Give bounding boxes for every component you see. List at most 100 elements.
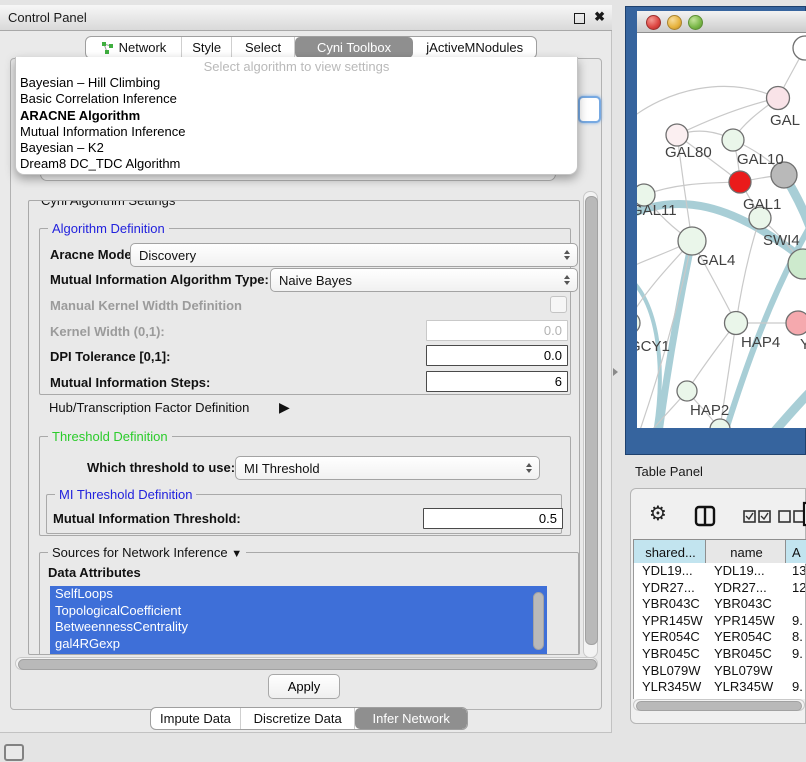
table-row[interactable]: YDR27...YDR27...12 [634, 580, 805, 597]
node-hap4[interactable] [725, 312, 748, 335]
mi-threshold-label: Mutual Information Threshold: [53, 511, 241, 526]
node-hap2[interactable] [677, 381, 697, 401]
attribute-item-selected[interactable]: TopologicalCoefficient [50, 603, 547, 620]
tab-infer-network[interactable]: Infer Network [355, 708, 467, 729]
tab-network[interactable]: Network [86, 37, 182, 58]
node-gal4[interactable] [678, 227, 706, 255]
node-label: HAP2 [690, 402, 729, 419]
column-header-shared-name[interactable]: shared... [633, 539, 708, 565]
node-gcy1[interactable] [637, 312, 640, 334]
attribute-item-selected[interactable]: BetweennessCentrality [50, 619, 547, 636]
float-window-icon[interactable] [574, 13, 585, 24]
algorithm-option[interactable]: Bayesian – Hill Climbing [16, 75, 577, 91]
tab-cyni-toolbox[interactable]: Cyni Toolbox [295, 37, 414, 58]
column-header-name[interactable]: name [705, 539, 788, 565]
settings-vscrollbar-thumb[interactable] [585, 196, 598, 645]
table-row[interactable]: YBR045CYBR045C9. [634, 646, 805, 663]
table-hscrollbar-thumb[interactable] [636, 701, 802, 711]
apply-button[interactable]: Apply [268, 674, 340, 699]
sources-title: Sources for Network Inference ▼ [48, 545, 246, 562]
algorithm-option-selected[interactable]: ARACNE Algorithm [16, 108, 577, 124]
tab-discretize-data[interactable]: Discretize Data [241, 708, 356, 729]
table-hscrollbar[interactable] [633, 699, 805, 711]
node-label: GAL11 [637, 202, 677, 219]
table-panel-title: Table Panel [635, 464, 703, 479]
node-label: HAP4 [741, 334, 780, 351]
threshold-definition-title: Threshold Definition [48, 429, 172, 444]
table-row[interactable]: YBR043CYBR043C [634, 596, 805, 613]
combo-stepper-icon [564, 275, 570, 285]
dpi-tolerance-label: DPI Tolerance [0,1]: [50, 349, 170, 364]
combo-stepper-icon [526, 463, 532, 473]
table-row[interactable]: YDL19...YDL19...13 [634, 563, 805, 580]
show-checked-columns-icon[interactable] [743, 510, 771, 523]
column-layout-icon[interactable] [694, 505, 716, 527]
combo-stepper-icon [564, 250, 570, 260]
minimized-panel-icon[interactable] [4, 744, 24, 761]
tab-impute-data[interactable]: Impute Data [151, 708, 241, 729]
mi-algorithm-type-combo[interactable]: Naive Bayes [270, 268, 578, 292]
network-view[interactable]: GAL GAL80 GAL10 GAL1 GAL11 SWI4 GAL4 GCY… [637, 33, 806, 428]
node-gal80[interactable] [666, 124, 688, 146]
manual-kernel-label: Manual Kernel Width Definition [50, 298, 242, 313]
node[interactable] [793, 36, 806, 60]
settings-hscrollbar[interactable] [15, 657, 598, 670]
table-row[interactable]: YER054CYER054C8. [634, 629, 805, 646]
manual-kernel-checkbox[interactable] [550, 296, 567, 313]
node-gal1[interactable] [729, 171, 751, 193]
node[interactable] [767, 87, 790, 110]
table-row[interactable]: YBL079WYBL079W [634, 663, 805, 680]
mi-steps-input[interactable] [426, 371, 568, 392]
minimize-traffic-light-icon[interactable] [667, 15, 682, 30]
hub-section-label[interactable]: Hub/Transcription Factor Definition [49, 400, 249, 415]
node-label: GAL80 [665, 144, 712, 161]
new-table-icon[interactable] [802, 501, 806, 527]
kernel-width-label: Kernel Width (0,1): [50, 324, 165, 339]
algorithm-option[interactable]: Dream8 DC_TDC Algorithm [16, 156, 577, 172]
node[interactable] [786, 311, 806, 335]
attribute-list-scrollbar-thumb[interactable] [533, 592, 544, 650]
aracne-mode-label: Aracne Mode: [50, 247, 136, 262]
attribute-item-selected[interactable]: SelfLoops [50, 586, 547, 603]
tab-style[interactable]: Style [182, 37, 232, 58]
control-panel-titlebar: Control Panel ✖ [0, 5, 612, 31]
aracne-mode-combo[interactable]: Discovery [130, 243, 578, 267]
table-row[interactable]: YLR345WYLR345W9. [634, 679, 805, 696]
control-panel-tabbar: Network Style Select Cyni Toolbox jActiv… [85, 36, 537, 59]
which-threshold-label: Which threshold to use: [87, 460, 235, 475]
table-row[interactable]: YPR145WYPR145W9. [634, 613, 805, 630]
dpi-tolerance-input[interactable] [426, 345, 568, 366]
algorithm-option[interactable]: Bayesian – K2 [16, 140, 577, 156]
settings-group-title: Cyni Algorithm Settings [37, 200, 179, 208]
close-icon[interactable]: ✖ [594, 9, 605, 25]
zoom-traffic-light-icon[interactable] [688, 15, 703, 30]
hub-expand-arrow-icon[interactable]: ▶ [279, 399, 290, 416]
network-window-titlebar[interactable] [637, 11, 806, 33]
tab-network-label: Network [119, 40, 167, 55]
attribute-item-selected[interactable]: gal4RGexp [50, 636, 547, 653]
settings-vscrollbar[interactable] [583, 191, 598, 658]
node-gal10[interactable] [722, 129, 744, 151]
column-header-clipped[interactable]: A [785, 539, 806, 565]
mi-threshold-input[interactable] [423, 508, 563, 529]
network-window-frame[interactable]: GAL GAL80 GAL10 GAL1 GAL11 SWI4 GAL4 GCY… [625, 6, 806, 455]
tab-jactivemnodules[interactable]: jActiveMNodules [413, 37, 536, 58]
which-threshold-combo[interactable]: MI Threshold [235, 456, 540, 480]
algorithm-option[interactable]: Basic Correlation Inference [16, 91, 577, 107]
data-attributes-label: Data Attributes [48, 565, 141, 580]
kernel-width-input[interactable] [426, 320, 568, 341]
close-traffic-light-icon[interactable] [646, 15, 661, 30]
sources-group: Sources for Network Inference ▼ Data Att… [39, 552, 579, 655]
network-tab-icon [101, 41, 114, 55]
splitter-collapse-handle[interactable] [613, 368, 618, 376]
node-label: GAL4 [697, 252, 735, 269]
mi-threshold-definition-title: MI Threshold Definition [55, 487, 196, 502]
algorithm-definition-group: Algorithm Definition Aracne Mode: Discov… [39, 228, 571, 395]
algorithm-option[interactable]: Mutual Information Inference [16, 124, 577, 140]
attribute-item-selected[interactable] [50, 652, 547, 655]
sources-collapse-arrow-icon[interactable]: ▼ [231, 548, 242, 560]
settings-hscrollbar-thumb[interactable] [18, 659, 597, 670]
tab-select[interactable]: Select [232, 37, 294, 58]
gear-icon[interactable]: ⚙ [649, 503, 667, 523]
inference-combo-fragment [578, 96, 601, 123]
